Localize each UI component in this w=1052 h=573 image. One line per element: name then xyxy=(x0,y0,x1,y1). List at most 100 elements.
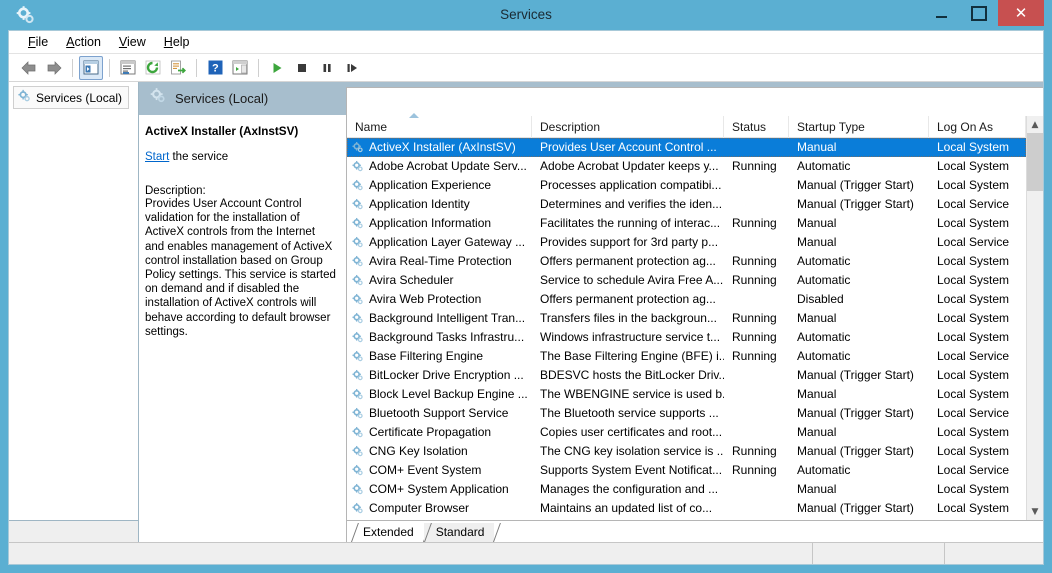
table-row[interactable]: COM+ System ApplicationManages the confi… xyxy=(347,480,1026,499)
cell-description: Transfers files in the backgroun... xyxy=(532,309,724,328)
cell-description: BDESVC hosts the BitLocker Driv... xyxy=(532,366,724,385)
details-service-title: ActiveX Installer (AxInstSV) xyxy=(145,125,336,138)
cell-log-on-as: Local System xyxy=(929,442,1026,461)
cell-status: Running xyxy=(724,252,789,271)
table-row[interactable]: Application ExperienceProcesses applicat… xyxy=(347,176,1026,195)
menu-action[interactable]: Action xyxy=(57,33,110,51)
table-row[interactable]: Adobe Acrobat Update Serv...Adobe Acroba… xyxy=(347,157,1026,176)
status-bar xyxy=(9,542,1043,564)
stop-service-icon[interactable] xyxy=(290,56,314,80)
show-hide-tree-icon[interactable] xyxy=(79,56,103,80)
service-gear-icon xyxy=(351,160,364,173)
cell-log-on-as: Local Service xyxy=(929,233,1026,252)
table-row[interactable]: Background Intelligent Tran...Transfers … xyxy=(347,309,1026,328)
table-row[interactable]: Base Filtering EngineThe Base Filtering … xyxy=(347,347,1026,366)
table-row[interactable]: Computer BrowserMaintains an updated lis… xyxy=(347,499,1026,518)
list-vertical-scrollbar[interactable]: ▲ ▼ xyxy=(1026,116,1043,520)
help-icon[interactable]: ? xyxy=(203,56,227,80)
tab-extended[interactable]: Extended xyxy=(351,523,424,542)
service-gear-icon xyxy=(351,293,364,306)
refresh-icon[interactable] xyxy=(141,56,165,80)
cell-log-on-as: Local System xyxy=(929,366,1026,385)
service-name-label: ActiveX Installer (AxInstSV) xyxy=(369,138,516,157)
tab-standard[interactable]: Standard xyxy=(424,523,495,542)
table-row[interactable]: Block Level Backup Engine ...The WBENGIN… xyxy=(347,385,1026,404)
tree-node-services-local[interactable]: Services (Local) xyxy=(13,86,129,109)
pause-service-icon[interactable] xyxy=(315,56,339,80)
table-row[interactable]: Bluetooth Support ServiceThe Bluetooth s… xyxy=(347,404,1026,423)
cell-description: Determines and verifies the iden... xyxy=(532,195,724,214)
scroll-down-button[interactable]: ▼ xyxy=(1027,503,1043,520)
cell-name: Bluetooth Support Service xyxy=(347,404,532,423)
services-list-columns: Name Description Status Startup Type Log… xyxy=(347,116,1026,520)
start-service-link[interactable]: Start xyxy=(145,151,169,163)
menu-view[interactable]: View xyxy=(110,33,155,51)
service-name-label: Application Information xyxy=(369,214,491,233)
properties-icon[interactable] xyxy=(116,56,140,80)
cell-status: Running xyxy=(724,328,789,347)
cell-log-on-as: Local Service xyxy=(929,195,1026,214)
scrollbar-thumb[interactable] xyxy=(1027,133,1043,191)
cell-name: Certificate Propagation xyxy=(347,423,532,442)
show-action-pane-icon[interactable] xyxy=(228,56,252,80)
content-body: ActiveX Installer (AxInstSV) Start the s… xyxy=(139,115,1043,542)
services-list-panel: Name Description Status Startup Type Log… xyxy=(346,87,1043,542)
cell-status xyxy=(724,290,789,309)
service-name-label: Application Experience xyxy=(369,176,491,195)
service-gear-icon xyxy=(351,255,364,268)
toolbar-separator xyxy=(196,59,197,77)
service-name-label: BitLocker Drive Encryption ... xyxy=(369,366,524,385)
close-button[interactable]: ✕ xyxy=(998,0,1044,26)
cell-description: Facilitates the running of interac... xyxy=(532,214,724,233)
cell-name: Avira Scheduler xyxy=(347,271,532,290)
cell-log-on-as: Local System xyxy=(929,157,1026,176)
services-gear-icon xyxy=(17,89,31,106)
cell-status xyxy=(724,404,789,423)
column-header-startup-type[interactable]: Startup Type xyxy=(789,116,929,138)
table-row[interactable]: Avira Real-Time ProtectionOffers permane… xyxy=(347,252,1026,271)
cell-description: Windows infrastructure service t... xyxy=(532,328,724,347)
cell-name: Background Tasks Infrastru... xyxy=(347,328,532,347)
table-row[interactable]: CNG Key IsolationThe CNG key isolation s… xyxy=(347,442,1026,461)
back-icon[interactable] xyxy=(17,56,41,80)
services-list-rows[interactable]: ActiveX Installer (AxInstSV)Provides Use… xyxy=(347,138,1026,520)
service-name-label: Application Layer Gateway ... xyxy=(369,233,525,252)
forward-icon[interactable] xyxy=(42,56,66,80)
details-description-label: Description: xyxy=(145,185,336,197)
column-header-status[interactable]: Status xyxy=(724,116,789,138)
maximize-button[interactable] xyxy=(960,0,998,26)
svg-text:?: ? xyxy=(212,63,219,75)
service-name-label: Application Identity xyxy=(369,195,470,214)
cell-status xyxy=(724,480,789,499)
column-header-name[interactable]: Name xyxy=(347,116,532,138)
table-row[interactable]: Application Layer Gateway ...Provides su… xyxy=(347,233,1026,252)
cell-log-on-as: Local System xyxy=(929,480,1026,499)
table-row[interactable]: Application Information Facilitates the r… xyxy=(347,214,1026,233)
scrollbar-track[interactable] xyxy=(1027,133,1043,503)
view-tabs: Extended Standard xyxy=(347,520,1043,542)
column-header-log-on-as[interactable]: Log On As xyxy=(929,116,1026,138)
table-row[interactable]: Certificate PropagationCopies user certi… xyxy=(347,423,1026,442)
restart-service-icon[interactable] xyxy=(340,56,364,80)
service-gear-icon xyxy=(351,407,364,420)
menu-file[interactable]: File xyxy=(19,33,57,51)
table-row[interactable]: COM+ Event SystemSupports System Event N… xyxy=(347,461,1026,480)
table-row[interactable]: ActiveX Installer (AxInstSV)Provides Use… xyxy=(347,138,1026,157)
export-list-icon[interactable] xyxy=(166,56,190,80)
column-header-description[interactable]: Description xyxy=(532,116,724,138)
table-row[interactable]: Avira Web ProtectionOffers permanent pro… xyxy=(347,290,1026,309)
scroll-up-button[interactable]: ▲ xyxy=(1027,116,1043,133)
minimize-button[interactable] xyxy=(922,0,960,26)
menu-help[interactable]: Help xyxy=(155,33,199,51)
toolbar-separator xyxy=(72,59,73,77)
table-row[interactable]: Application Identity Determines and verif… xyxy=(347,195,1026,214)
service-details-panel: ActiveX Installer (AxInstSV) Start the s… xyxy=(139,115,346,542)
table-row[interactable]: Avira SchedulerService to schedule Avira… xyxy=(347,271,1026,290)
service-gear-icon xyxy=(351,483,364,496)
table-row[interactable]: Background Tasks Infrastru...Windows inf… xyxy=(347,328,1026,347)
client-area: File Action View Help xyxy=(8,30,1044,565)
start-service-icon[interactable] xyxy=(265,56,289,80)
cell-status: Running xyxy=(724,214,789,233)
cell-status: Running xyxy=(724,461,789,480)
table-row[interactable]: BitLocker Drive Encryption ... BDESVC hos… xyxy=(347,366,1026,385)
